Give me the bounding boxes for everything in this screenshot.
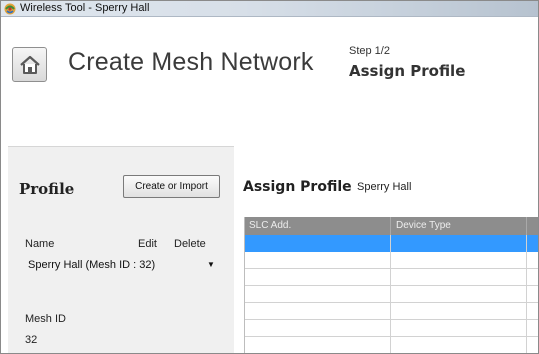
table-row[interactable] (245, 269, 538, 286)
home-button[interactable] (12, 47, 47, 82)
assign-profile-title: Assign Profile (243, 179, 352, 195)
profile-delete-column: Delete (174, 238, 206, 250)
home-icon (20, 55, 40, 74)
title-bar[interactable]: Wireless Tool - Sperry Hall (1, 1, 538, 17)
grid-header-divider (390, 217, 391, 235)
profile-heading: Profile (19, 180, 75, 198)
grid-header-divider (526, 217, 527, 235)
page-title: Create Mesh Network (68, 48, 314, 76)
grid-header-device-type[interactable]: Device Type (396, 220, 451, 231)
profile-dropdown[interactable]: Sperry Hall (Mesh ID : 32) ▼ (25, 255, 215, 275)
grid-column-line (526, 235, 527, 353)
table-row[interactable] (245, 320, 538, 337)
chevron-down-icon[interactable]: ▼ (207, 260, 215, 269)
table-row[interactable] (245, 286, 538, 303)
app-icon (4, 3, 16, 15)
create-or-import-button[interactable]: Create or Import (123, 175, 220, 198)
profile-panel: Profile Create or Import Name Edit Delet… (8, 146, 234, 353)
step-label: Assign Profile (349, 62, 466, 80)
table-row[interactable] (245, 235, 538, 252)
window-title: Wireless Tool - Sperry Hall (20, 2, 150, 14)
grid-header: SLC Add. Device Type (245, 217, 538, 235)
assign-building-name: Sperry Hall (357, 181, 412, 193)
table-row[interactable] (245, 252, 538, 269)
grid-header-slc-address[interactable]: SLC Add. (249, 220, 291, 231)
app-window: Wireless Tool - Sperry Hall Create Mesh … (0, 0, 539, 354)
device-grid[interactable]: SLC Add. Device Type (244, 217, 538, 353)
mesh-id-value: 32 (25, 334, 38, 346)
mesh-id-label: Mesh ID (25, 313, 66, 325)
profile-edit-column: Edit (138, 238, 157, 250)
profile-name-column: Name (25, 238, 55, 250)
profile-dropdown-value: Sperry Hall (Mesh ID : 32) (28, 259, 156, 271)
table-row[interactable] (245, 303, 538, 320)
grid-column-line (390, 235, 391, 353)
table-row[interactable] (245, 337, 538, 353)
step-number: Step 1/2 (349, 45, 390, 57)
